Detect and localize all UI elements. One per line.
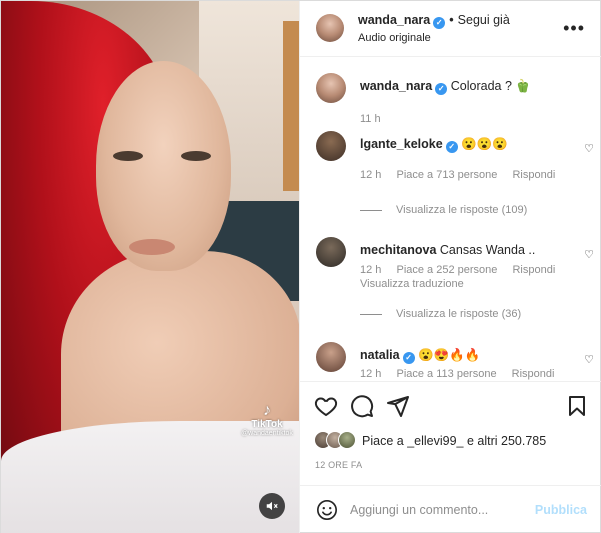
like-comment-heart-icon[interactable]: ♡ bbox=[584, 142, 594, 155]
comments-list[interactable]: wanda_nara ✓ Colorada ? 🫑 11 h lgante_kel… bbox=[300, 58, 601, 380]
reply-button[interactable]: Rispondi bbox=[512, 368, 555, 380]
comment-line: mechitanova Cansas Wanda .. bbox=[360, 243, 570, 257]
caption-avatar[interactable] bbox=[316, 73, 346, 103]
comment-meta: 12 h Piace a 713 persone Rispondi bbox=[360, 169, 567, 181]
likes-text: Piace a _ellevi99_ e altri 250.785 bbox=[362, 434, 546, 448]
mute-button[interactable] bbox=[259, 493, 285, 519]
eye-shape-left bbox=[113, 151, 143, 161]
author-username[interactable]: wanda_nara bbox=[358, 13, 430, 27]
view-replies-button[interactable]: Visualizza le risposte (36) bbox=[360, 308, 580, 320]
comment-line: lgante_keloke ✓ 😮😮😮 bbox=[360, 137, 570, 153]
author-line: wanda_nara ✓ • Segui già bbox=[358, 13, 510, 29]
replies-dash bbox=[360, 209, 382, 211]
follow-status-button[interactable]: Segui già bbox=[458, 13, 510, 27]
action-bar bbox=[300, 381, 601, 431]
tiktok-watermark: ♪ TikTok @wandaentiktok bbox=[237, 402, 297, 438]
view-replies-button[interactable]: Visualizza le risposte (109) bbox=[360, 204, 580, 216]
comment-meta: 12 h Piace a 252 persone Rispondi bbox=[360, 264, 567, 276]
emoji-smile-icon[interactable] bbox=[316, 499, 338, 521]
comment-avatar[interactable] bbox=[316, 131, 346, 161]
like-heart-icon[interactable] bbox=[314, 394, 338, 418]
like-comment-heart-icon[interactable]: ♡ bbox=[584, 248, 594, 261]
comment-avatar[interactable] bbox=[316, 237, 346, 267]
comment-time: 12 h bbox=[360, 169, 382, 181]
comment-text: 😮😮😮 bbox=[461, 137, 508, 151]
tiktok-watermark-handle: @wandaentiktok bbox=[241, 430, 293, 437]
likes-summary: Piace a _ellevi99_ e altri 250.785 bbox=[314, 431, 594, 453]
verified-badge-icon: ✓ bbox=[402, 352, 415, 364]
bedsheet-shape bbox=[1, 421, 299, 533]
comment-time: 12 h bbox=[360, 368, 382, 380]
comment-username[interactable]: lgante_keloke bbox=[360, 137, 443, 151]
comment-likes[interactable]: Piace a 113 persone bbox=[396, 368, 496, 380]
comment-username[interactable]: natalia bbox=[360, 348, 400, 362]
tiktok-watermark-brand: TikTok bbox=[251, 419, 283, 430]
reply-button[interactable]: Rispondi bbox=[512, 169, 555, 181]
post-timestamp[interactable]: 12 ORE FA bbox=[315, 460, 362, 470]
tiktok-icon: ♪ bbox=[263, 402, 271, 419]
reply-button[interactable]: Rispondi bbox=[512, 264, 555, 276]
separator-dot: • bbox=[449, 13, 454, 27]
liker-avatar bbox=[338, 431, 356, 449]
translate-button[interactable]: Visualizza traduzione bbox=[360, 278, 464, 290]
comment-likes[interactable]: Piace a 713 persone bbox=[396, 169, 497, 181]
post-details-panel: wanda_nara ✓ • Segui già Audio originale ••… bbox=[299, 1, 601, 533]
like-comment-heart-icon[interactable]: ♡ bbox=[584, 353, 594, 366]
likes-user-link[interactable]: _ellevi99_ bbox=[407, 434, 463, 448]
comment-username[interactable]: mechitanova bbox=[360, 243, 436, 257]
replies-dash bbox=[360, 313, 382, 315]
comment-avatar[interactable] bbox=[316, 342, 346, 372]
comment-likes[interactable]: Piace a 252 persone bbox=[396, 264, 497, 276]
comment-line: natalia ✓ 😮😍🔥🔥 bbox=[360, 348, 570, 364]
comment-text: 😮😍🔥🔥 bbox=[418, 348, 481, 362]
speaker-muted-icon bbox=[266, 501, 278, 511]
background-door bbox=[283, 21, 299, 191]
comment-time: 12 h bbox=[360, 264, 382, 276]
comment-bubble-icon[interactable] bbox=[350, 394, 374, 418]
post-header: wanda_nara ✓ • Segui già Audio originale ••… bbox=[300, 1, 601, 57]
post-dialog: ♪ TikTok @wandaentiktok wanda_nara ✓ • Segu… bbox=[0, 0, 601, 533]
save-bookmark-icon[interactable] bbox=[565, 394, 589, 418]
caption-time: 11 h bbox=[360, 113, 381, 125]
post-video[interactable]: ♪ TikTok @wandaentiktok bbox=[1, 1, 299, 533]
more-options-icon[interactable]: ••• bbox=[563, 18, 585, 39]
caption-username[interactable]: wanda_nara bbox=[360, 79, 432, 93]
likes-prefix: Piace a bbox=[362, 434, 404, 448]
audio-link[interactable]: Audio originale bbox=[358, 32, 431, 44]
publish-button[interactable]: Pubblica bbox=[535, 503, 587, 517]
caption-text: Colorada ? 🫑 bbox=[450, 79, 531, 93]
caption-line: wanda_nara ✓ Colorada ? 🫑 bbox=[360, 79, 570, 95]
share-paper-plane-icon[interactable] bbox=[386, 394, 410, 418]
comment-input[interactable] bbox=[350, 499, 520, 521]
eye-shape-right bbox=[181, 151, 211, 161]
comment-text: Cansas Wanda .. bbox=[439, 243, 536, 257]
add-comment-bar: Pubblica bbox=[300, 485, 601, 533]
view-replies-label: Visualizza le risposte (36) bbox=[396, 308, 522, 320]
verified-badge-icon: ✓ bbox=[433, 17, 446, 29]
view-replies-label: Visualizza le risposte (109) bbox=[396, 204, 528, 216]
comment-meta: 12 h Piace a 113 persone Rispondi bbox=[360, 368, 566, 380]
author-avatar[interactable] bbox=[316, 14, 344, 42]
verified-badge-icon: ✓ bbox=[445, 141, 458, 153]
verified-badge-icon: ✓ bbox=[435, 83, 448, 95]
lips-shape bbox=[129, 239, 175, 255]
likes-count-link[interactable]: e altri 250.785 bbox=[467, 434, 546, 448]
